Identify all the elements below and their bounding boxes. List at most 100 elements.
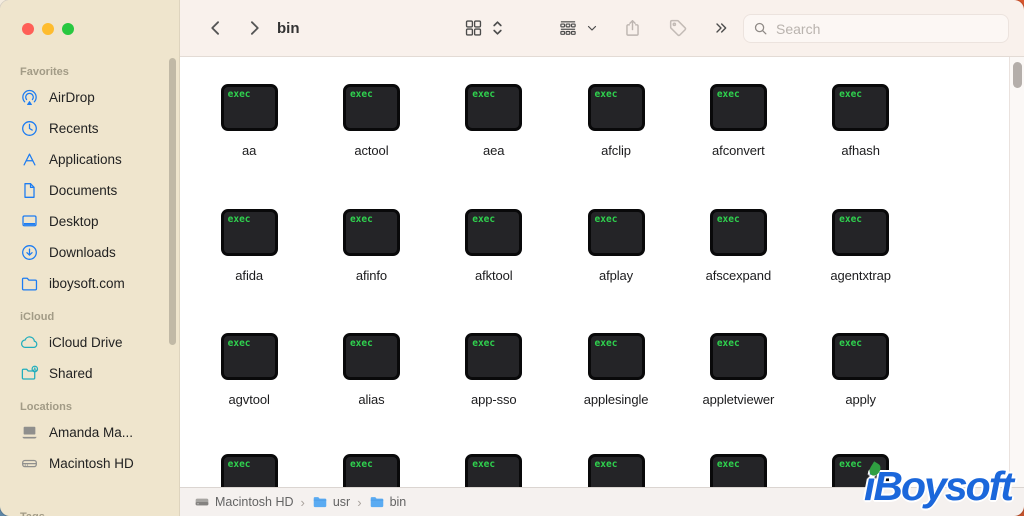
file-label: afhash bbox=[841, 143, 880, 158]
file-label: apply bbox=[845, 392, 876, 407]
file-row-partial: exec exec exec exec exec exec bbox=[188, 454, 922, 487]
path-item-bin[interactable]: bin bbox=[369, 494, 406, 510]
file-item-partial[interactable]: exec bbox=[555, 454, 677, 487]
exec-file-icon: exec bbox=[832, 84, 890, 131]
file-label: afscexpand bbox=[705, 268, 772, 283]
file-afida[interactable]: exec afida bbox=[188, 209, 310, 283]
exec-file-icon: exec bbox=[220, 454, 278, 487]
back-icon[interactable] bbox=[206, 18, 226, 38]
share-icon[interactable] bbox=[623, 18, 642, 38]
minimize-button[interactable] bbox=[42, 23, 54, 35]
path-item-usr[interactable]: usr bbox=[312, 494, 350, 510]
sidebar-item-shared[interactable]: Shared bbox=[20, 358, 179, 389]
sidebar-scrollbar-thumb[interactable] bbox=[169, 58, 176, 345]
sidebar-section-favorites: Favorites AirDrop Recents Applications Docum… bbox=[20, 66, 179, 299]
sidebar-item-label: iboysoft.com bbox=[49, 276, 125, 291]
more-chevrons-icon[interactable] bbox=[712, 20, 730, 36]
file-afinfo[interactable]: exec afinfo bbox=[310, 209, 432, 283]
search-input[interactable] bbox=[774, 19, 999, 38]
toolbar: bin bbox=[180, 0, 1024, 57]
file-label: agentxtrap bbox=[830, 268, 891, 283]
file-item-partial[interactable]: exec bbox=[310, 454, 432, 487]
exec-file-icon: exec bbox=[709, 454, 767, 487]
file-agvtool[interactable]: exec agvtool bbox=[188, 333, 310, 407]
file-applesingle[interactable]: exec applesingle bbox=[555, 333, 677, 407]
path-item-macintosh-hd[interactable]: Macintosh HD bbox=[194, 494, 294, 510]
tag-icon[interactable] bbox=[668, 18, 688, 38]
file-item-partial[interactable]: exec bbox=[677, 454, 799, 487]
sidebar-item-applications[interactable]: Applications bbox=[20, 144, 179, 175]
sort-chevrons-icon[interactable] bbox=[491, 18, 504, 38]
file-label: afida bbox=[235, 268, 263, 283]
sidebar-item-macintosh-hd[interactable]: Macintosh HD bbox=[20, 448, 179, 479]
file-afktool[interactable]: exec afktool bbox=[433, 209, 555, 283]
sidebar-item-amanda-ma[interactable]: Amanda Ma... bbox=[20, 417, 179, 448]
exec-file-icon: exec bbox=[342, 333, 400, 380]
sidebar-section-label-tags: Tags bbox=[20, 511, 45, 516]
exec-badge: exec bbox=[716, 89, 740, 100]
exec-file-icon: exec bbox=[709, 209, 767, 256]
file-label: actool bbox=[354, 143, 389, 158]
file-apply[interactable]: exec apply bbox=[799, 333, 921, 407]
exec-file-icon: exec bbox=[465, 333, 523, 380]
sidebar-item-label: Downloads bbox=[49, 245, 116, 260]
exec-badge: exec bbox=[472, 214, 496, 225]
clock-icon bbox=[20, 119, 39, 138]
file-label: aa bbox=[242, 143, 257, 158]
file-actool[interactable]: exec actool bbox=[310, 84, 432, 158]
path-separator: › bbox=[300, 494, 305, 510]
sidebar-item-airdrop[interactable]: AirDrop bbox=[20, 82, 179, 113]
file-alias[interactable]: exec alias bbox=[310, 333, 432, 407]
sidebar-item-label: Amanda Ma... bbox=[49, 425, 134, 440]
exec-badge: exec bbox=[716, 338, 740, 349]
iboysoft-watermark: iBoysoft bbox=[864, 461, 1014, 510]
sidebar: Favorites AirDrop Recents Applications Docum… bbox=[0, 0, 180, 516]
file-appletviewer[interactable]: exec appletviewer bbox=[677, 333, 799, 407]
search-icon bbox=[753, 21, 768, 36]
grid-view-icon[interactable] bbox=[464, 19, 483, 38]
file-afplay[interactable]: exec afplay bbox=[555, 209, 677, 283]
exec-file-icon: exec bbox=[465, 209, 523, 256]
file-app-sso[interactable]: exec app-sso bbox=[433, 333, 555, 407]
file-label: aea bbox=[483, 143, 505, 158]
sidebar-item-icloud-drive[interactable]: iCloud Drive bbox=[20, 327, 179, 358]
exec-file-icon: exec bbox=[709, 84, 767, 131]
file-label: appletviewer bbox=[702, 392, 775, 407]
content-scrollbar[interactable] bbox=[1009, 57, 1024, 487]
file-aa[interactable]: exec aa bbox=[188, 84, 310, 158]
exec-file-icon: exec bbox=[465, 454, 523, 487]
exec-file-icon: exec bbox=[220, 209, 278, 256]
exec-badge: exec bbox=[349, 338, 373, 349]
search-field[interactable] bbox=[743, 14, 1009, 43]
file-afhash[interactable]: exec afhash bbox=[799, 84, 921, 158]
exec-file-icon: exec bbox=[220, 333, 278, 380]
group-view-icon[interactable] bbox=[558, 19, 578, 38]
file-afscexpand[interactable]: exec afscexpand bbox=[677, 209, 799, 283]
zoom-button[interactable] bbox=[62, 23, 74, 35]
file-aea[interactable]: exec aea bbox=[433, 84, 555, 158]
file-item-partial[interactable]: exec bbox=[433, 454, 555, 487]
file-afconvert[interactable]: exec afconvert bbox=[677, 84, 799, 158]
sidebar-item-downloads[interactable]: Downloads bbox=[20, 237, 179, 268]
file-afclip[interactable]: exec afclip bbox=[555, 84, 677, 158]
file-label: afktool bbox=[474, 268, 513, 283]
exec-file-icon: exec bbox=[832, 209, 890, 256]
path-separator: › bbox=[357, 494, 362, 510]
sidebar-item-documents[interactable]: Documents bbox=[20, 175, 179, 206]
sidebar-item-label: iCloud Drive bbox=[49, 335, 123, 350]
forward-icon[interactable] bbox=[244, 18, 264, 38]
sidebar-item-desktop[interactable]: Desktop bbox=[20, 206, 179, 237]
appstore-icon bbox=[20, 150, 39, 169]
folder-blue-icon bbox=[312, 494, 328, 510]
content-scrollbar-thumb[interactable] bbox=[1013, 62, 1022, 88]
close-button[interactable] bbox=[22, 23, 34, 35]
sidebar-item-recents[interactable]: Recents bbox=[20, 113, 179, 144]
sidebar-item-label: AirDrop bbox=[49, 90, 95, 105]
sidebar-item-iboysoft-com[interactable]: iboysoft.com bbox=[20, 268, 179, 299]
chevron-down-icon[interactable] bbox=[586, 22, 598, 34]
file-agentxtrap[interactable]: exec agentxtrap bbox=[799, 209, 921, 283]
file-item-partial[interactable]: exec bbox=[188, 454, 310, 487]
file-label: alias bbox=[358, 392, 385, 407]
download-circle-icon bbox=[20, 243, 39, 262]
main-area: bin Search exec aa exec actool exec aea … bbox=[180, 0, 1024, 516]
